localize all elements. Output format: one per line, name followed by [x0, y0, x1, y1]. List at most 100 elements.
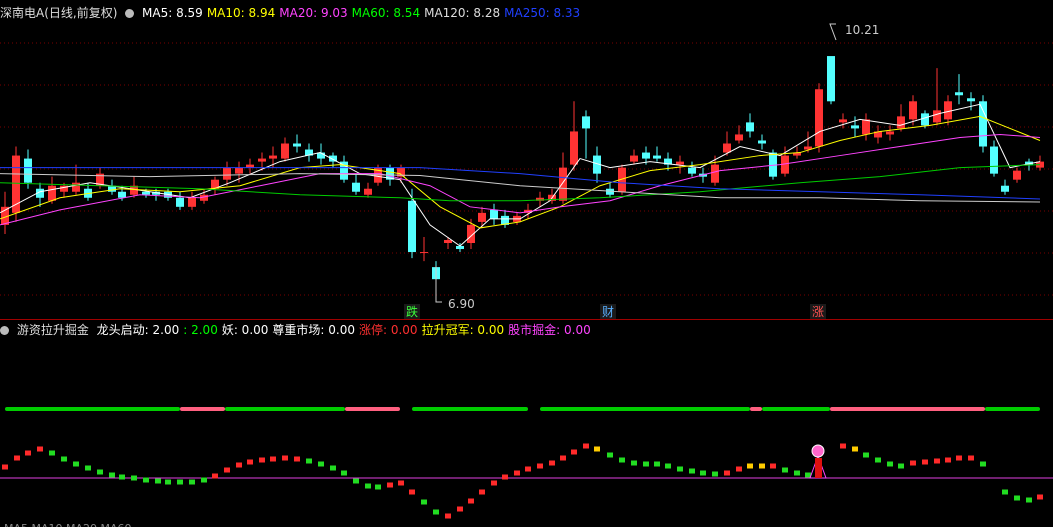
indicator-dot	[1026, 497, 1032, 503]
indicator-dot	[689, 468, 695, 474]
indicator-dot	[282, 455, 288, 461]
candle-body	[862, 119, 870, 135]
high-price-label: 10.21	[845, 23, 879, 37]
candle-body	[955, 92, 963, 96]
indicator-dot	[571, 449, 577, 455]
indicator-dot	[968, 455, 974, 461]
candle-body	[48, 185, 56, 201]
low-price-label: 6.90	[448, 297, 475, 311]
indicator-dot	[409, 489, 415, 495]
candle-body	[142, 191, 150, 195]
indicator-dot	[247, 459, 253, 465]
indicator-dot	[294, 456, 300, 462]
indicator-dot	[712, 471, 718, 477]
indicator-dot	[747, 463, 753, 469]
indicator-dot	[341, 470, 347, 476]
indicator-chart[interactable]: MA5 MA10 MA20 MA60	[0, 320, 1053, 527]
launch-marker-bar	[815, 458, 822, 478]
indicator-dot	[165, 479, 171, 485]
indicator-dot	[770, 463, 776, 469]
launch-marker-head	[811, 444, 825, 458]
candle-body	[1001, 185, 1009, 192]
candle-body	[630, 155, 638, 162]
indicator-dot	[97, 469, 103, 475]
candle-body	[72, 182, 80, 192]
candle-body	[24, 158, 32, 183]
candle-body	[269, 155, 277, 159]
candle-body	[559, 167, 567, 201]
indicator-dot	[502, 474, 508, 480]
candle-body	[897, 116, 905, 129]
candle-body	[1013, 170, 1021, 180]
candle-body	[444, 239, 452, 243]
indicator-dot	[491, 480, 497, 486]
indicator-dot	[201, 477, 207, 483]
indicator-dot	[61, 456, 67, 462]
candle-body	[688, 167, 696, 174]
indicator-dot	[736, 466, 742, 472]
candle-body	[815, 89, 823, 147]
indicator-dot	[14, 455, 20, 461]
candle-body	[118, 191, 126, 198]
candle-body	[570, 131, 578, 165]
candle-body	[364, 188, 372, 195]
signal-bar	[345, 407, 400, 411]
candle-body	[933, 110, 941, 123]
candle-body	[223, 167, 231, 180]
indicator-dot	[583, 443, 589, 449]
signal-bar	[180, 407, 225, 411]
indicator-dot	[631, 460, 637, 466]
indicator-dot	[49, 450, 55, 456]
indicator-dot	[537, 463, 543, 469]
indicator-dot	[898, 463, 904, 469]
bottom-panel-header: MA5 MA10 MA20 MA60	[4, 522, 132, 527]
indicator-dot	[421, 499, 427, 505]
candle-body	[676, 161, 684, 165]
indicator-dot	[365, 483, 371, 489]
indicator-dot	[840, 443, 846, 449]
candle-body	[990, 146, 998, 174]
high-pointer	[829, 23, 837, 41]
indicator-dot	[212, 473, 218, 479]
signal-bar	[225, 407, 345, 411]
event-marker: 财	[602, 305, 614, 319]
candle-body	[653, 155, 661, 159]
ma5-line	[0, 103, 1041, 247]
indicator-dot	[759, 463, 765, 469]
candlestick-chart[interactable]: 10.21 6.90 跌 财 涨	[0, 0, 1053, 320]
indicator-dot	[922, 459, 928, 465]
indicator-dot	[619, 457, 625, 463]
indicator-dot	[353, 478, 359, 484]
candle-body	[176, 197, 184, 207]
indicator-dot	[910, 460, 916, 466]
indicator-dot	[1014, 495, 1020, 501]
indicator-dot	[863, 452, 869, 458]
indicator-dot	[37, 446, 43, 452]
indicator-dot	[594, 446, 600, 452]
indicator-dot	[318, 461, 324, 467]
signal-bar	[412, 407, 528, 411]
indicator-dot	[607, 452, 613, 458]
indicator-dot	[782, 467, 788, 473]
signal-bar	[540, 407, 750, 411]
candle-body	[886, 131, 894, 135]
candle-body	[723, 143, 731, 153]
indicator-dot	[1002, 489, 1008, 495]
indicator-dot	[700, 470, 706, 476]
indicator-dot	[479, 489, 485, 495]
candle-body	[746, 122, 754, 132]
indicator-dot	[852, 446, 858, 452]
event-marker: 涨	[812, 304, 824, 319]
candle-body	[851, 125, 859, 129]
indicator-dot	[398, 480, 404, 486]
indicator-dot	[330, 465, 336, 471]
indicator-dot	[549, 460, 555, 466]
indicator-dot	[980, 461, 986, 467]
indicator-dot	[794, 470, 800, 476]
candles	[1, 56, 1044, 286]
candle-body	[293, 143, 301, 147]
candle-body	[478, 212, 486, 222]
indicator-dot	[143, 477, 149, 483]
candle-body	[420, 252, 428, 254]
indicator-dot	[875, 457, 881, 463]
